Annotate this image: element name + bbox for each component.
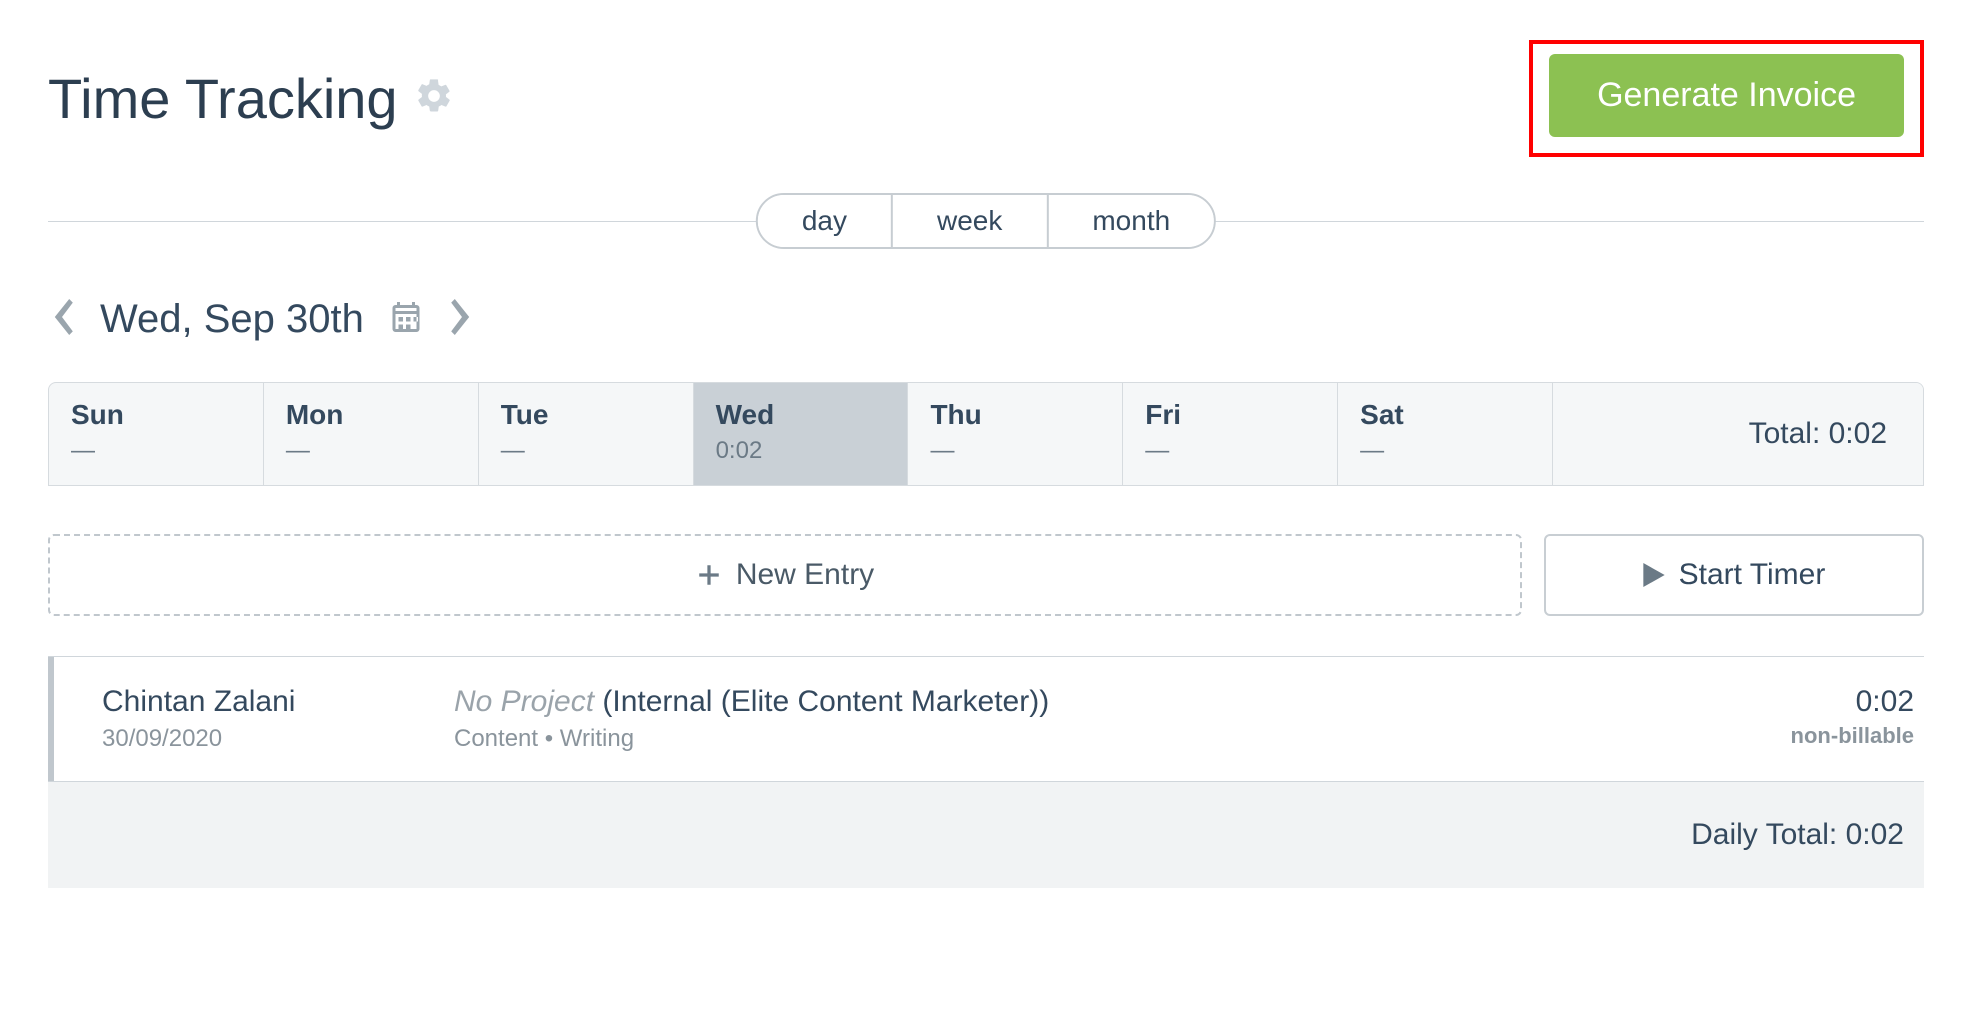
day-label: Tue xyxy=(501,399,671,431)
start-timer-label: Start Timer xyxy=(1679,558,1826,592)
day-cell-sun[interactable]: Sun — xyxy=(49,383,264,485)
entry-person: Chintan Zalani xyxy=(102,685,454,719)
day-label: Fri xyxy=(1145,399,1315,431)
start-timer-button[interactable]: Start Timer xyxy=(1544,534,1924,616)
time-entry-row[interactable]: Chintan Zalani 30/09/2020 No Project (In… xyxy=(48,657,1924,781)
prev-day-button[interactable] xyxy=(48,299,76,340)
day-value: — xyxy=(71,437,241,465)
invoice-highlight-box: Generate Invoice xyxy=(1529,40,1924,157)
week-total: Total: 0:02 xyxy=(1553,383,1923,485)
day-label: Sat xyxy=(1360,399,1530,431)
entry-billable-status: non-billable xyxy=(1684,723,1914,749)
new-entry-label: New Entry xyxy=(736,558,874,592)
generate-invoice-button[interactable]: Generate Invoice xyxy=(1549,54,1904,137)
entry-no-project: No Project xyxy=(454,685,602,718)
view-toggle-week[interactable]: week xyxy=(891,195,1046,247)
day-cell-tue[interactable]: Tue — xyxy=(479,383,694,485)
day-label: Sun xyxy=(71,399,241,431)
day-value: — xyxy=(930,437,1100,465)
day-label: Thu xyxy=(930,399,1100,431)
daily-total: Daily Total: 0:02 xyxy=(48,782,1924,888)
day-label: Wed xyxy=(716,399,886,431)
new-entry-button[interactable]: New Entry xyxy=(48,534,1522,616)
day-value: — xyxy=(1145,437,1315,465)
day-cell-thu[interactable]: Thu — xyxy=(908,383,1123,485)
calendar-icon[interactable] xyxy=(388,299,424,340)
gear-icon[interactable] xyxy=(414,76,454,121)
view-toggle-month[interactable]: month xyxy=(1046,195,1214,247)
day-value: — xyxy=(501,437,671,465)
day-cell-mon[interactable]: Mon — xyxy=(264,383,479,485)
day-cell-fri[interactable]: Fri — xyxy=(1123,383,1338,485)
next-day-button[interactable] xyxy=(448,299,476,340)
current-date: Wed, Sep 30th xyxy=(100,297,364,342)
day-cell-sat[interactable]: Sat — xyxy=(1338,383,1553,485)
entry-client: (Internal (Elite Content Marketer)) xyxy=(602,685,1049,718)
week-grid: Sun — Mon — Tue — Wed 0:02 Thu — Fri — S… xyxy=(48,382,1924,486)
entry-tags: Content • Writing xyxy=(454,725,1684,753)
day-value: 0:02 xyxy=(716,437,886,465)
entry-date: 30/09/2020 xyxy=(102,725,454,753)
day-value: — xyxy=(286,437,456,465)
view-toggle: day week month xyxy=(756,193,1216,249)
day-cell-wed[interactable]: Wed 0:02 xyxy=(694,383,909,485)
view-toggle-day[interactable]: day xyxy=(758,195,891,247)
page-title: Time Tracking xyxy=(48,66,398,131)
day-value: — xyxy=(1360,437,1530,465)
day-label: Mon xyxy=(286,399,456,431)
entry-duration: 0:02 xyxy=(1684,685,1914,719)
